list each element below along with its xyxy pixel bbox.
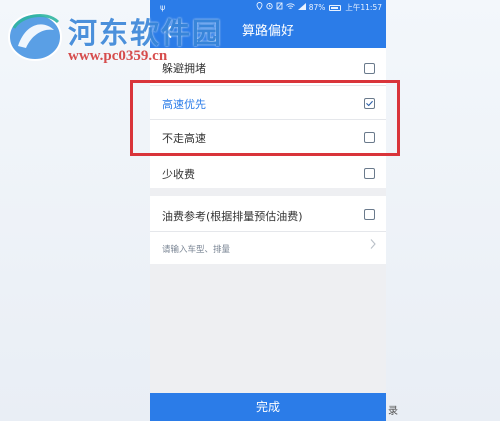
option-checkbox[interactable] <box>364 63 375 74</box>
option-label: 少收费 <box>162 168 195 181</box>
vehicle-input-placeholder: 请输入车型、排量 <box>162 245 231 255</box>
option-checkbox[interactable] <box>364 168 375 179</box>
status-indicators: 87% 上午11:57 <box>256 0 382 16</box>
signal-icon <box>297 0 306 16</box>
wifi-icon <box>285 0 295 16</box>
battery-icon <box>329 5 342 11</box>
chevron-right-icon <box>370 238 376 253</box>
watermark-name: 河东软件园 <box>68 16 224 50</box>
watermark: 河东软件园 www.pc0359.cn <box>6 4 266 74</box>
edge-glyph: 录 <box>388 406 398 417</box>
alarm-icon <box>266 0 273 16</box>
done-button[interactable]: 完成 <box>150 393 386 421</box>
option-checkbox[interactable] <box>364 209 375 220</box>
status-time: 上午11:57 <box>345 3 382 12</box>
mute-icon <box>276 0 283 16</box>
option-row-less-toll[interactable]: 少收费 <box>150 154 386 188</box>
option-label: 油费参考(根据排量预估油费) <box>162 210 303 223</box>
battery-percent: 87% <box>308 3 326 12</box>
watermark-logo-icon <box>8 13 62 61</box>
highlight-annotation-box <box>130 80 400 156</box>
watermark-url: www.pc0359.cn <box>68 48 168 64</box>
option-row-fuel-reference[interactable]: 油费参考(根据排量预估油费) <box>150 196 386 232</box>
vehicle-input-row[interactable]: 请输入车型、排量 <box>150 232 386 264</box>
